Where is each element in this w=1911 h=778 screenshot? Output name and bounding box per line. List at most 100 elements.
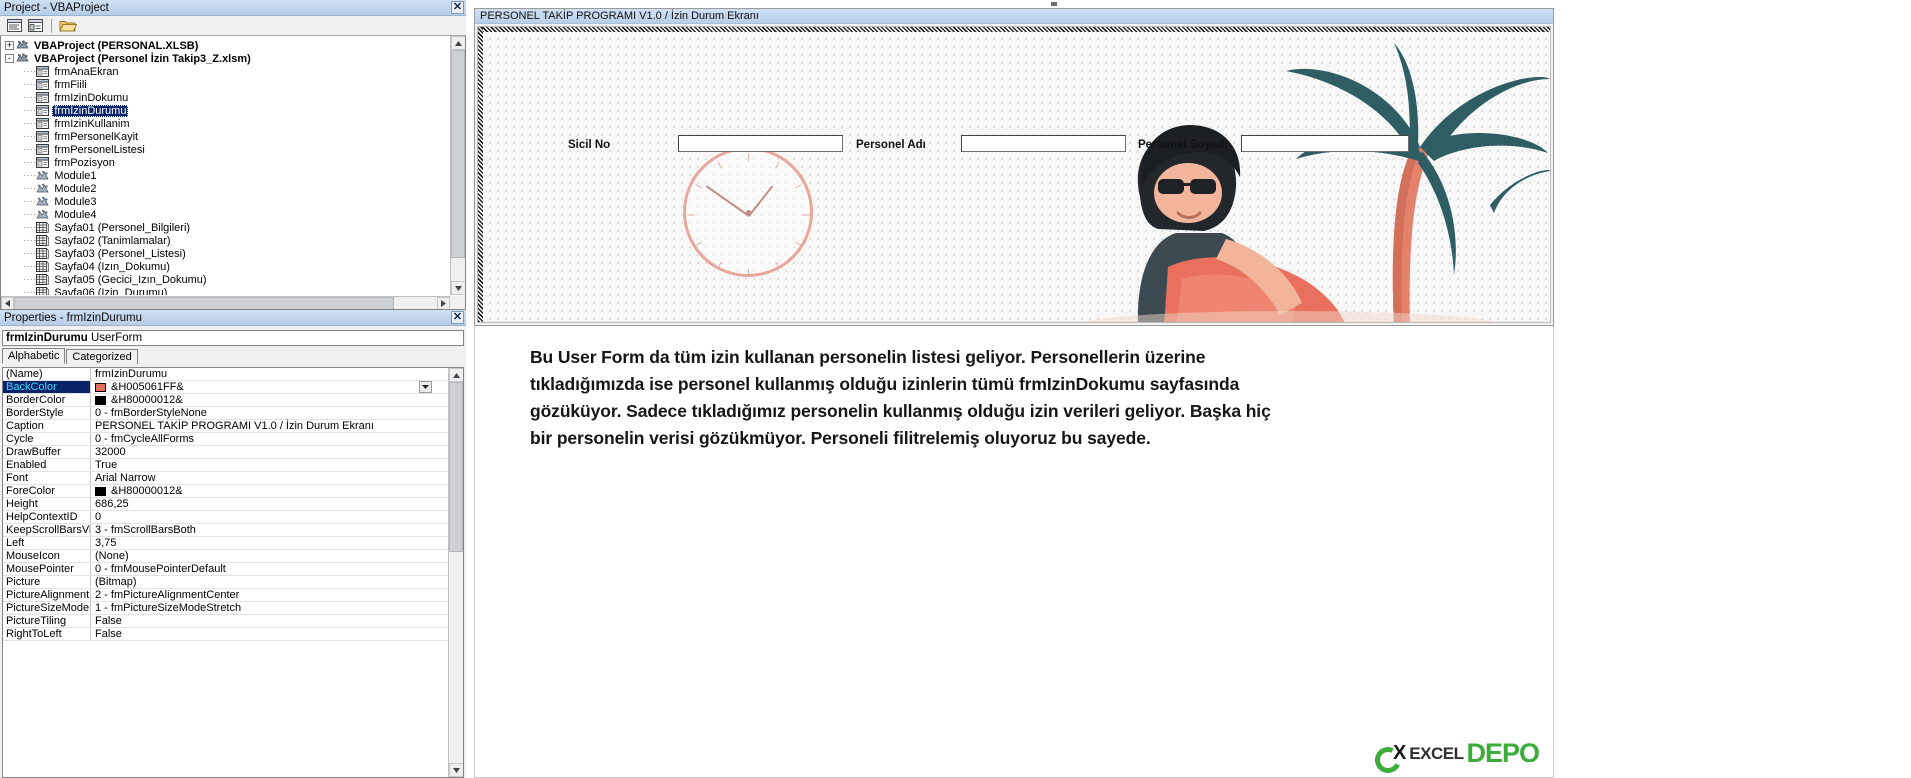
vscroll-thumb[interactable] (451, 50, 465, 258)
property-value-cell[interactable]: 686,25 (91, 498, 448, 510)
toggle-folders-button[interactable] (59, 17, 77, 34)
property-value-cell[interactable]: &H80000012& (91, 394, 448, 406)
userform-canvas[interactable]: Sicil No Personel Adı Personel Soyadı (477, 26, 1551, 323)
property-row[interactable]: BorderColor &H80000012& (3, 394, 448, 407)
property-row[interactable]: Left 3,75 (3, 537, 448, 550)
scroll-right-icon[interactable] (437, 297, 450, 309)
hscroll-thumb[interactable] (14, 297, 394, 309)
tree-item[interactable]: ···· frmIzinDokumu (5, 91, 449, 104)
close-icon[interactable]: ✕ (451, 1, 464, 14)
property-value-cell[interactable]: frmIzinDurumu (91, 368, 448, 380)
tree-item[interactable]: ···· Module4 (5, 208, 449, 221)
property-row[interactable]: BorderStyle 0 - fmBorderStyleNone (3, 407, 448, 420)
scroll-up-icon[interactable] (451, 36, 465, 50)
property-row[interactable]: HelpContextID 0 (3, 511, 448, 524)
tree-item[interactable]: ···· Sayfa01 (Personel_Bilgileri) (5, 221, 449, 234)
tree-item[interactable]: + VBAProject (PERSONAL.XLSB) (5, 39, 449, 52)
property-value-cell[interactable]: 3,75 (91, 537, 448, 549)
tree-item[interactable]: ···· frmPozisyon (5, 156, 449, 169)
property-value-cell[interactable]: 0 - fmCycleAllForms (91, 433, 448, 445)
property-value: 0 - fmCycleAllForms (95, 433, 195, 445)
property-row[interactable]: (Name) frmIzinDurumu (3, 368, 448, 381)
view-object-button[interactable] (26, 17, 44, 34)
project-tree[interactable]: + VBAProject (PERSONAL.XLSB) - VBAProject (… (1, 36, 449, 295)
property-value-cell[interactable]: 0 - fmBorderStyleNone (91, 407, 448, 419)
property-row[interactable]: DrawBuffer 32000 (3, 446, 448, 459)
property-value-cell[interactable]: &H005061FF& (91, 381, 448, 393)
property-row[interactable]: Height 686,25 (3, 498, 448, 511)
project-tree-vscrollbar[interactable] (450, 36, 465, 295)
properties-vscrollbar[interactable] (448, 368, 463, 777)
property-row[interactable]: Picture (Bitmap) (3, 576, 448, 589)
view-code-button[interactable] (5, 17, 23, 34)
tree-item[interactable]: ···· frmFiili (5, 78, 449, 91)
tree-item[interactable]: ···· frmPersonelKayit (5, 130, 449, 143)
scroll-up-icon[interactable] (449, 368, 463, 382)
tree-item[interactable]: ···· Module1 (5, 169, 449, 182)
property-value-cell[interactable]: 0 (91, 511, 448, 523)
collapse-icon[interactable]: - (5, 54, 14, 63)
property-value-cell[interactable]: 2 - fmPictureAlignmentCenter (91, 589, 448, 601)
property-row[interactable]: Caption PERSONEL TAKİP PROGRAMI V1.0 / İz… (3, 420, 448, 433)
tree-item[interactable]: ···· frmPersonelListesi (5, 143, 449, 156)
tree-connector: ···· (23, 66, 37, 77)
property-value-cell[interactable]: True (91, 459, 448, 471)
input-personel-soyadi[interactable] (1241, 135, 1409, 152)
property-name: BackColor (3, 381, 91, 393)
properties-object-selector[interactable]: frmIzinDurumu UserForm (2, 330, 464, 346)
worksheet-icon (36, 286, 50, 295)
property-row[interactable]: RightToLeft False (3, 628, 448, 641)
scroll-down-icon[interactable] (451, 281, 465, 295)
scroll-down-icon[interactable] (449, 763, 463, 777)
input-personel-adi[interactable] (961, 135, 1126, 152)
scroll-left-icon[interactable] (1, 297, 14, 309)
tab-alphabetic[interactable]: Alphabetic (2, 348, 66, 364)
property-row[interactable]: Font Arial Narrow (3, 472, 448, 485)
property-value-cell[interactable]: 3 - fmScrollBarsBoth (91, 524, 448, 536)
expand-icon[interactable]: + (5, 41, 14, 50)
property-row[interactable]: MousePointer 0 - fmMousePointerDefault (3, 563, 448, 576)
property-row[interactable]: PictureTiling False (3, 615, 448, 628)
tree-item[interactable]: ···· Module2 (5, 182, 449, 195)
tree-item[interactable]: ···· Module3 (5, 195, 449, 208)
property-value-cell[interactable]: 0 - fmMousePointerDefault (91, 563, 448, 575)
tab-categorized[interactable]: Categorized (66, 349, 138, 364)
property-row[interactable]: Cycle 0 - fmCycleAllForms (3, 433, 448, 446)
property-value-cell[interactable]: 32000 (91, 446, 448, 458)
tree-item[interactable]: ···· Sayfa03 (Personel_Listesi) (5, 247, 449, 260)
input-sicil-no[interactable] (678, 135, 843, 152)
tree-item[interactable]: - VBAProject (Personel İzin Takip3_Z.xlsm… (5, 52, 449, 65)
property-row[interactable]: BackColor &H005061FF& (3, 381, 448, 394)
tree-item[interactable]: ···· Sayfa02 (Tanimlamalar) (5, 234, 449, 247)
property-row[interactable]: PictureAlignment 2 - fmPictureAlignmentCe… (3, 589, 448, 602)
tree-item[interactable]: ···· frmIzinKullanim (5, 117, 449, 130)
close-icon[interactable]: ✕ (451, 311, 464, 324)
chevron-down-icon[interactable] (419, 381, 432, 393)
properties-grid[interactable]: (Name) frmIzinDurumu BackColor &H005061FF& B… (3, 368, 448, 777)
project-tree-hscrollbar[interactable] (1, 296, 450, 309)
module-icon (36, 170, 49, 180)
property-value-cell[interactable]: False (91, 628, 448, 640)
property-row[interactable]: MouseIcon (None) (3, 550, 448, 563)
tree-item[interactable]: ···· Sayfa04 (Izın_Dokumu) (5, 260, 449, 273)
property-value-cell[interactable]: False (91, 615, 448, 627)
property-value-cell[interactable]: Arial Narrow (91, 472, 448, 484)
property-row[interactable]: ForeColor &H80000012& (3, 485, 448, 498)
tree-item[interactable]: ···· frmIzinDurumu (5, 104, 449, 117)
tree-item[interactable]: ···· frmAnaEkran (5, 65, 449, 78)
property-row[interactable]: Enabled True (3, 459, 448, 472)
property-value-cell[interactable]: (None) (91, 550, 448, 562)
property-value-cell[interactable]: 1 - fmPictureSizeModeStretch (91, 602, 448, 614)
tree-item[interactable]: ···· Sayfa06 (Izin_Durumu) (5, 286, 449, 295)
module-icon (36, 183, 49, 194)
property-value-cell[interactable]: PERSONEL TAKİP PROGRAMI V1.0 / İzin Duru… (91, 420, 448, 432)
property-name: ForeColor (3, 485, 91, 497)
userform-icon (36, 144, 50, 155)
property-row[interactable]: KeepScrollBarsVisible 3 - fmScrollBarsBot… (3, 524, 448, 537)
tree-item[interactable]: ···· Sayfa05 (Gecici_Izın_Dokumu) (5, 273, 449, 286)
property-value-cell[interactable]: &H80000012& (91, 485, 448, 497)
vscroll-thumb[interactable] (449, 382, 463, 552)
property-value-cell[interactable]: (Bitmap) (91, 576, 448, 588)
property-row[interactable]: PictureSizeMode 1 - fmPictureSizeModeStre… (3, 602, 448, 615)
property-value: False (95, 615, 122, 627)
